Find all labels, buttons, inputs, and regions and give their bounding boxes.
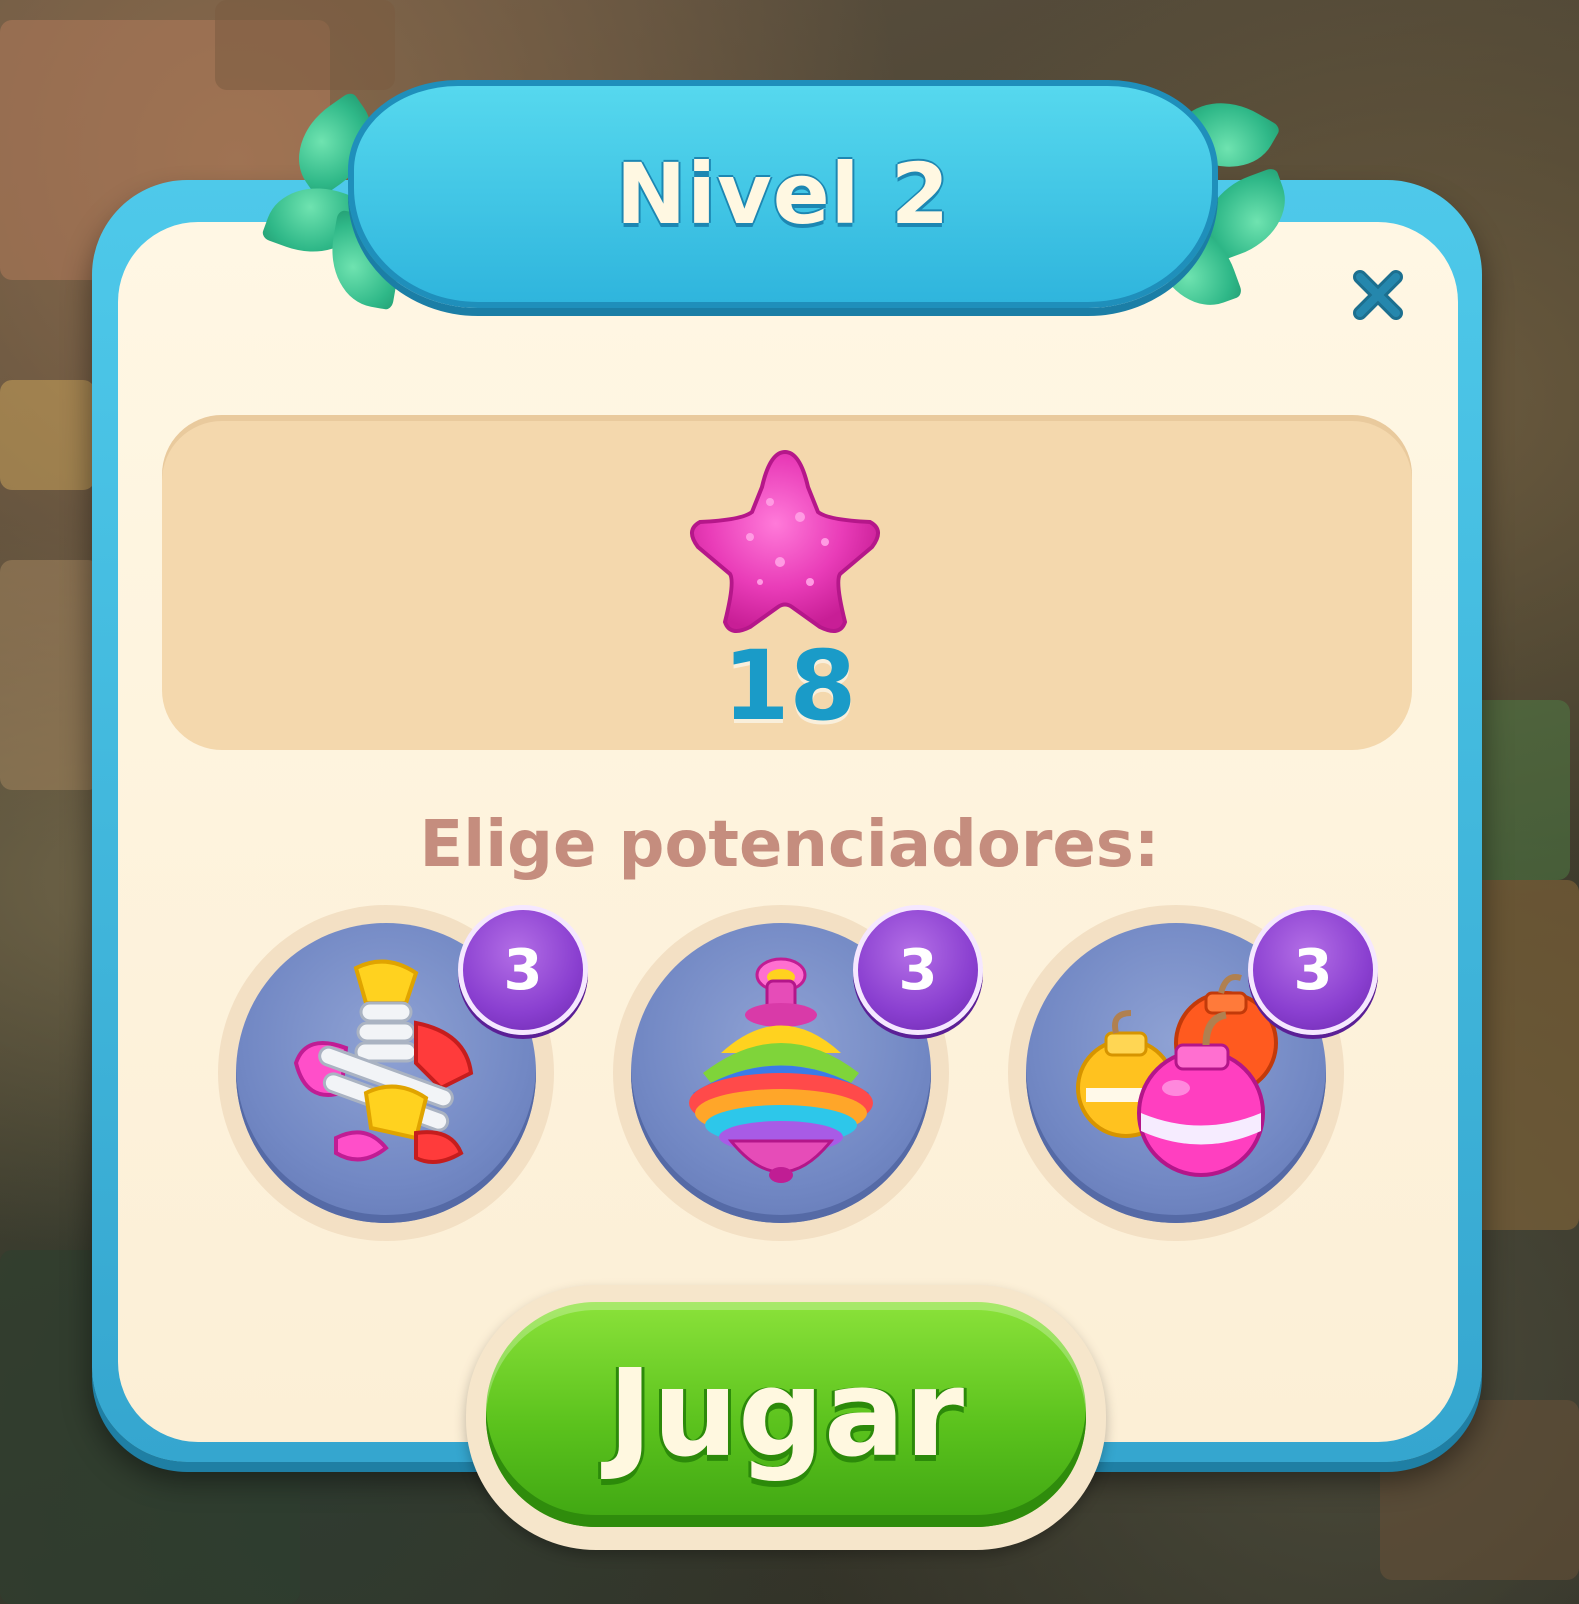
pink-star-icon bbox=[690, 449, 880, 633]
boosters-label: Elige potenciadores: bbox=[419, 808, 1160, 882]
play-button-label: Jugar bbox=[607, 1345, 965, 1484]
booster-spinning-top-slot[interactable]: 3 bbox=[613, 905, 983, 1241]
booster-bombs-slot[interactable]: 3 bbox=[1008, 905, 1378, 1241]
level-title: Nivel 2 bbox=[615, 145, 951, 243]
close-icon bbox=[1353, 270, 1403, 320]
title-banner: Nivel 2 bbox=[348, 80, 1218, 308]
close-button[interactable] bbox=[1338, 255, 1418, 335]
booster-count-badge: 3 bbox=[1248, 905, 1378, 1035]
background-shelf bbox=[215, 0, 395, 90]
goal-count: 18 bbox=[722, 630, 857, 742]
booster-count-badge: 3 bbox=[853, 905, 983, 1035]
play-button[interactable]: Jugar bbox=[486, 1302, 1086, 1527]
booster-count-badge: 3 bbox=[458, 905, 588, 1035]
booster-rocket-slot[interactable]: 3 bbox=[218, 905, 588, 1241]
background-rug bbox=[0, 380, 95, 490]
